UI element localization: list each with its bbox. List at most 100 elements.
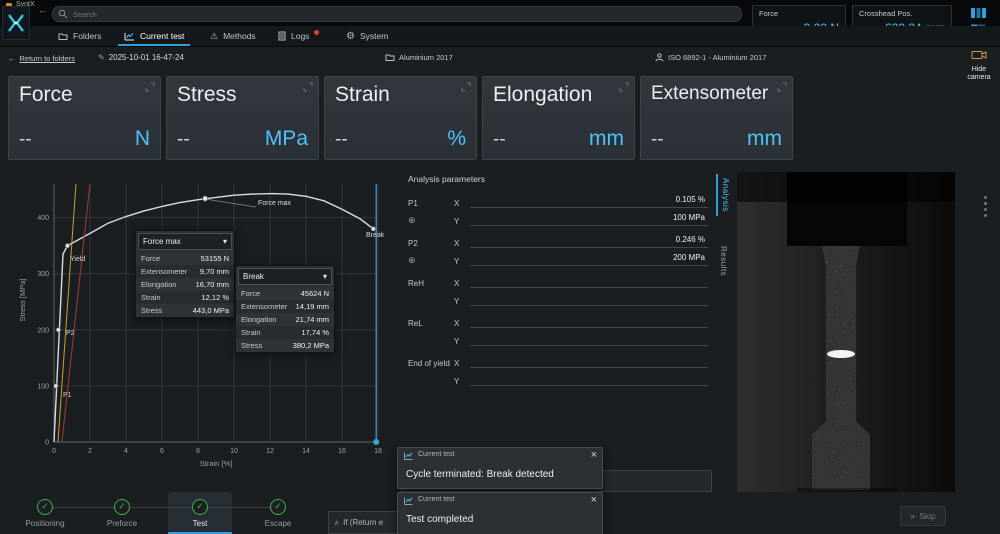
warning-icon: ⚠ <box>210 31 218 42</box>
side-tab-analysis[interactable]: Analysis <box>716 174 733 216</box>
panel-drag-handle[interactable] <box>984 196 987 199</box>
crosshair-picker-icon[interactable]: ⊕ <box>396 215 454 226</box>
y-tick-label: 200 <box>37 327 49 334</box>
expand-icon[interactable] <box>144 81 156 93</box>
reh-y-input[interactable] <box>470 293 708 306</box>
hide-camera-button[interactable]: Hide camera <box>960 48 998 82</box>
cursor-info-force-max: Force max ▾ Force53155 N Extensometer9,7… <box>135 230 235 318</box>
force-max-leader-line <box>205 199 256 207</box>
notification-dot <box>314 30 319 35</box>
marker-p2 <box>56 328 60 332</box>
analysis-title: Analysis parameters <box>396 172 716 190</box>
folder-icon <box>385 53 395 62</box>
marker-p1 <box>54 384 58 388</box>
expand-icon[interactable] <box>618 81 630 93</box>
x-tick-label: 16 <box>338 448 346 455</box>
end-of-yield-y-input[interactable] <box>470 373 708 386</box>
search-icon <box>58 9 68 19</box>
skip-button[interactable]: » Skip <box>900 506 946 526</box>
force-max-selector-dropdown[interactable]: Force max ▾ <box>138 233 232 250</box>
marker-yield <box>65 243 69 247</box>
edit-icon[interactable]: ✎ <box>98 53 105 62</box>
material-name: Aluminium 2017 <box>385 53 453 62</box>
annotation-p1: P1 <box>63 392 72 399</box>
x-tick-label: 12 <box>266 448 274 455</box>
y-tick-label: 400 <box>37 215 49 222</box>
test-name: ✎ 2025-10-01 16-47-24 <box>98 53 184 62</box>
param-group-end-of-yield: End of yieldX Y <box>396 350 716 386</box>
crosshead-readout-label: Crosshead Pos. <box>859 9 912 18</box>
step-preforce-check[interactable]: ✓ <box>114 499 130 515</box>
tab-methods[interactable]: ⚠ Methods <box>204 26 262 46</box>
toast-break-detected: Current test × Cycle terminated: Break d… <box>397 447 603 489</box>
x-tick-label: 4 <box>124 448 128 455</box>
folder-icon <box>58 32 68 41</box>
info-row: Elongation16,70 mm <box>136 278 234 291</box>
x-tick-label: 8 <box>196 448 200 455</box>
p1-x-input[interactable]: 0.105 % <box>470 195 708 208</box>
workflow-steps: ✓ ✓ ✓ ✓ Positioning Preforce Test Escape <box>0 492 340 534</box>
search-input[interactable] <box>71 7 725 21</box>
app-icon[interactable] <box>2 6 30 40</box>
y-tick-label: 100 <box>37 383 49 390</box>
step-test-check[interactable]: ✓ <box>192 499 208 515</box>
back-arrow-icon[interactable]: ← <box>38 5 47 15</box>
rel-x-input[interactable] <box>470 315 708 328</box>
expand-icon[interactable] <box>302 81 314 93</box>
y-tick-label: 300 <box>37 271 49 278</box>
check-icon: ✓ <box>118 501 126 511</box>
expand-icon[interactable] <box>460 81 472 93</box>
annotation-yield: Yield <box>70 256 85 263</box>
step-escape-check[interactable]: ✓ <box>270 499 286 515</box>
info-row: Stress443,0 MPa <box>136 304 234 317</box>
search-bar[interactable] <box>52 6 742 22</box>
back-arrow-icon: ← <box>8 54 16 63</box>
close-icon[interactable]: × <box>591 494 597 506</box>
p2-y-input[interactable]: 200 MPa <box>470 253 708 266</box>
y-axis-label: Stress [MPa] <box>18 255 27 345</box>
p1-y-input[interactable]: 100 MPa <box>470 213 708 226</box>
step-test-label: Test <box>165 519 235 528</box>
end-of-yield-x-input[interactable] <box>470 355 708 368</box>
info-row: Strain12,12 % <box>136 291 234 304</box>
marker-break <box>371 227 375 231</box>
tab-logs[interactable]: Logs <box>272 26 325 46</box>
layout-columns-icon[interactable] <box>968 6 988 20</box>
side-tab-results[interactable]: Results <box>716 242 731 280</box>
step-positioning-label: Positioning <box>10 519 80 528</box>
step-preforce-label: Preforce <box>87 519 157 528</box>
check-icon: ✓ <box>196 501 204 511</box>
tab-folders[interactable]: Folders <box>52 26 107 46</box>
param-group-rel: ReLX Y <box>396 310 716 346</box>
x-tick-label: 14 <box>302 448 310 455</box>
break-selector-dropdown[interactable]: Break ▾ <box>238 268 332 285</box>
crosshair-picker-icon[interactable]: ⊕ <box>396 255 454 266</box>
standard-icon <box>655 53 664 62</box>
step-connector <box>45 507 278 508</box>
y-tick-label: 0 <box>45 440 49 447</box>
chart-icon <box>404 452 413 460</box>
return-to-folders-link[interactable]: ← Return to folders <box>8 54 75 63</box>
gear-icon: ⚙ <box>346 31 355 42</box>
rel-y-input[interactable] <box>470 333 708 346</box>
info-row: Elongation21,74 mm <box>236 313 334 326</box>
x-tick-label: 0 <box>52 448 56 455</box>
offset-line-curve <box>62 184 90 442</box>
toast-test-completed: Current test × Test completed <box>397 492 603 534</box>
app-window: SyntX ← Force 0,20 N Crosshead Pos. 620,… <box>0 0 1000 534</box>
tab-current-test[interactable]: Current test <box>118 26 190 46</box>
tab-system[interactable]: ⚙ System <box>340 26 394 46</box>
info-row: Extensometer14,19 mm <box>236 300 334 313</box>
step-positioning-check[interactable]: ✓ <box>37 499 53 515</box>
card-stress: Stress -- MPa <box>166 76 319 160</box>
crosshead-cursor-dot <box>373 439 379 445</box>
info-row: Force53155 N <box>136 252 234 265</box>
p2-x-input[interactable]: 0.246 % <box>470 235 708 248</box>
close-icon[interactable]: × <box>591 449 597 461</box>
reh-x-input[interactable] <box>470 275 708 288</box>
chart-icon <box>404 497 413 505</box>
cursor-info-break: Break ▾ Force45624 N Extensometer14,19 m… <box>235 265 335 353</box>
break-highlight <box>827 350 855 358</box>
check-icon: ✓ <box>41 501 49 511</box>
expand-icon[interactable] <box>776 81 788 93</box>
